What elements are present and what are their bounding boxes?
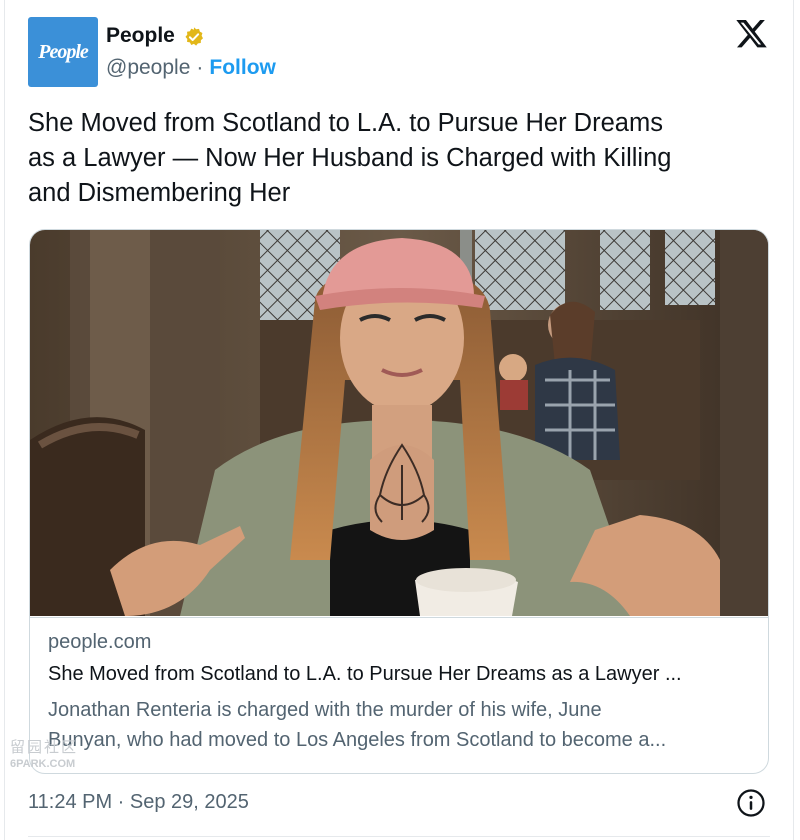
info-icon[interactable] [736,788,766,818]
link-description-line: Jonathan Renteria is charged with the mu… [48,699,602,721]
author-name[interactable]: People [106,24,175,48]
link-preview-card[interactable]: people.com She Moved from Scotland to L.… [29,229,769,774]
x-logo-icon[interactable] [734,18,768,50]
embedded-post-card: People People @people · Follow She Moved… [0,0,800,840]
handle-row: @people · Follow [106,56,276,80]
link-domain[interactable]: people.com [48,631,151,654]
link-description: Jonathan Renteria is charged with the mu… [48,695,758,755]
avatar-logo-text: People [38,40,89,63]
site-watermark: 留园社区 6PARK.COM [10,736,100,776]
post-text: She Moved from Scotland to L.A. to Pursu… [28,106,768,211]
watermark-chinese-text: 留园社区 [10,739,79,756]
verified-badge-icon [185,27,203,46]
handle-separator: · [196,56,204,79]
avatar[interactable]: People [28,17,98,87]
footer-divider [28,836,770,837]
link-preview-meta: people.com She Moved from Scotland to L.… [30,617,768,773]
follow-button[interactable]: Follow [209,56,276,80]
post-text-line: and Dismembering Her [28,179,291,207]
post-text-line: as a Lawyer — Now Her Husband is Charged… [28,144,672,172]
author-handle[interactable]: @people [106,56,190,80]
watermark-domain-text: 6PARK.COM [10,758,76,770]
link-preview-photo[interactable] [30,230,769,616]
link-title[interactable]: She Moved from Scotland to L.A. to Pursu… [48,663,758,686]
post-timestamp[interactable]: 11:24 PM · Sep 29, 2025 [28,791,249,814]
post-text-line: She Moved from Scotland to L.A. to Pursu… [28,109,663,137]
link-description-line: Bunyan, who had moved to Los Angeles fro… [48,729,667,751]
